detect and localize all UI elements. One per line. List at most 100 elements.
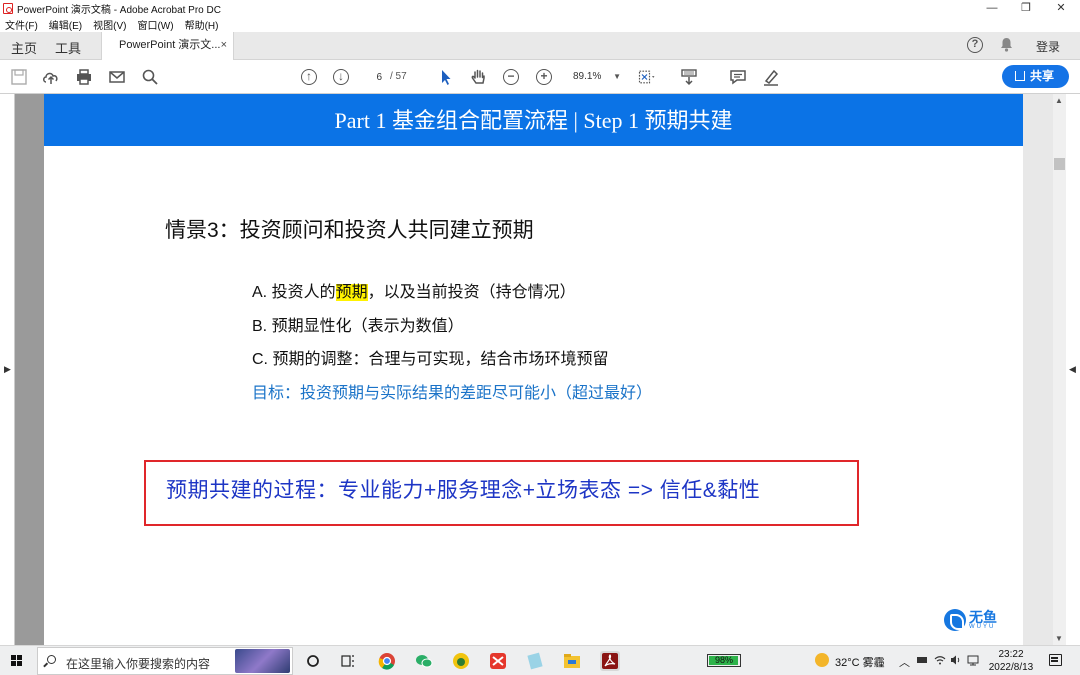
window-title: PowerPoint 演示文稿 - Adobe Acrobat Pro DC: [17, 4, 221, 16]
hand-tool-icon[interactable]: [469, 67, 489, 87]
previous-page-icon[interactable]: ↑: [301, 69, 317, 85]
callout-box: 预期共建的过程：专业能力+服务理念+立场表态 => 信任&黏性: [144, 460, 859, 526]
clock-date: 2022/8/13: [988, 662, 1034, 673]
weather-condition: 雾霾: [862, 657, 885, 669]
task-view-icon[interactable]: [338, 651, 358, 671]
acrobat-window: { "window": {"title": "PowerPoint 演示文稿 -…: [0, 0, 1080, 675]
tencent-app-icon[interactable]: [451, 651, 471, 671]
battery-percent: 98%: [714, 655, 733, 665]
fit-page-icon[interactable]: [637, 67, 657, 87]
close-tab-icon[interactable]: ×: [221, 32, 227, 59]
menu-window[interactable]: 窗口(W): [137, 17, 173, 32]
search-highlight-image: [235, 649, 290, 673]
weather-temperature[interactable]: 32°C 雾霾: [835, 654, 885, 670]
file-explorer-icon[interactable]: [562, 651, 582, 671]
menu-bar: 文件(F) 编辑(E) 视图(V) 窗口(W) 帮助(H): [0, 16, 1080, 32]
list-item-b: B. 预期显性化（表示为数值）: [252, 318, 464, 335]
list-item-c: C. 预期的调整：合理与可实现，结合市场环境预留: [252, 351, 609, 368]
tab-home[interactable]: 主页: [11, 38, 37, 57]
menu-edit[interactable]: 编辑(E): [49, 17, 82, 32]
keyboard-icon[interactable]: [916, 654, 928, 666]
wps-icon[interactable]: [488, 651, 508, 671]
comment-icon[interactable]: [728, 67, 748, 87]
left-panel-toggle[interactable]: ▶: [0, 94, 15, 645]
tab-tools[interactable]: 工具: [55, 38, 81, 57]
tab-bar: 主页 工具 PowerPoint 演示文... ×: [0, 32, 1080, 60]
tab-document[interactable]: PowerPoint 演示文... ×: [101, 32, 234, 60]
expand-right-icon: ◀: [1069, 364, 1076, 374]
clock-time: 23:22: [998, 649, 1024, 660]
taskbar-search-box[interactable]: 在这里输入你要搜索的内容: [37, 647, 293, 675]
title-bar: PowerPoint 演示文稿 - Adobe Acrobat Pro DC: [0, 0, 1080, 16]
system-clock[interactable]: 23:22 2022/8/13: [986, 648, 1036, 674]
print-icon[interactable]: [74, 67, 94, 87]
highlighted-text: 预期: [335, 284, 368, 301]
wechat-icon[interactable]: [414, 651, 434, 671]
list-item-a: A. 投资人的预期，以及当前投资（持仓情况）: [252, 278, 576, 302]
scrollbar-thumb[interactable]: [1054, 158, 1065, 170]
menu-file[interactable]: 文件(F): [5, 17, 38, 32]
right-panel-toggle[interactable]: ◀: [1066, 94, 1080, 645]
item-a-suffix: ，以及当前投资（持仓情况）: [367, 284, 576, 301]
goal-text: 目标：投资预期与实际结果的差距尽可能小（超过最好）: [252, 385, 653, 402]
select-cursor-icon[interactable]: [436, 67, 456, 87]
menu-view[interactable]: 视图(V): [93, 17, 126, 32]
right-gutter: [1023, 94, 1053, 645]
email-icon[interactable]: [107, 67, 127, 87]
search-icon[interactable]: [140, 67, 160, 87]
volume-icon[interactable]: [950, 654, 962, 666]
chrome-icon[interactable]: [377, 651, 397, 671]
wuyu-logo: 无鱼 WUYU: [944, 607, 997, 633]
document-tab-label: PowerPoint 演示文...: [119, 39, 221, 51]
help-icon[interactable]: ?: [967, 37, 983, 53]
upload-cloud-icon[interactable]: [41, 67, 61, 87]
share-icon: [1015, 71, 1025, 81]
zoom-out-icon[interactable]: −: [503, 69, 519, 85]
notification-bell-icon[interactable]: [1000, 37, 1013, 52]
logo-text-en: WUYU: [969, 624, 996, 630]
scroll-mode-icon[interactable]: [679, 67, 699, 87]
notes-app-icon[interactable]: [525, 651, 545, 671]
logo-mark-icon: [944, 609, 966, 631]
wifi-icon[interactable]: [934, 654, 946, 666]
action-center-icon[interactable]: [1049, 654, 1062, 666]
vertical-scrollbar[interactable]: ▲ ▼: [1053, 94, 1066, 645]
login-link[interactable]: 登录: [1036, 38, 1060, 55]
item-a-prefix: A. 投资人的: [252, 284, 336, 301]
scroll-up-icon[interactable]: ▲: [1055, 96, 1063, 105]
page-total: / 57: [390, 71, 407, 82]
share-label: 共享: [1030, 69, 1055, 83]
input-method-icon[interactable]: [967, 654, 979, 666]
minimize-button[interactable]: —: [977, 0, 1007, 16]
cortana-icon[interactable]: [303, 651, 323, 671]
highlight-pen-icon[interactable]: [761, 67, 781, 87]
expand-left-icon: ▶: [4, 364, 11, 374]
page-number-input[interactable]: 6: [365, 68, 387, 86]
weather-icon[interactable]: [815, 653, 829, 667]
next-page-icon[interactable]: ↓: [333, 69, 349, 85]
zoom-value: 89.1%: [573, 71, 602, 82]
zoom-in-icon[interactable]: +: [536, 69, 552, 85]
scenario-heading: 情景3：投资顾问和投资人共同建立预期: [165, 219, 534, 242]
battery-indicator[interactable]: 98%: [707, 654, 741, 667]
slide-header: Part 1 基金组合配置流程 | Step 1 预期共建: [44, 94, 1023, 146]
windows-start-icon[interactable]: [11, 655, 23, 667]
toolbar: ↑ ↓ − +: [0, 60, 1080, 94]
close-button[interactable]: ✕: [1046, 0, 1076, 16]
menu-help[interactable]: 帮助(H): [185, 17, 219, 32]
save-icon[interactable]: [9, 67, 29, 87]
acrobat-taskbar-icon[interactable]: [600, 651, 620, 671]
scroll-down-icon[interactable]: ▼: [1055, 634, 1063, 643]
chevron-down-icon: ▼: [613, 72, 621, 81]
windows-taskbar: 在这里输入你要搜索的内容 98% 32°C 雾霾 ︿ 23:22 2022/8/…: [0, 645, 1080, 675]
zoom-select[interactable]: 89.1% ▼: [569, 68, 625, 86]
slide-page: Part 1 基金组合配置流程 | Step 1 预期共建 情景3：投资顾问和投…: [44, 94, 1023, 645]
share-button[interactable]: 共享: [1002, 65, 1069, 88]
acrobat-app-icon: [3, 2, 13, 14]
show-hidden-icons-chevron-icon[interactable]: ︿: [899, 654, 910, 670]
logo-text-cn: 无鱼: [969, 609, 997, 625]
search-placeholder: 在这里输入你要搜索的内容: [66, 657, 211, 671]
temperature-value: 32°C: [835, 657, 860, 669]
search-icon: [47, 655, 56, 664]
restore-button[interactable]: ❐: [1011, 0, 1041, 16]
